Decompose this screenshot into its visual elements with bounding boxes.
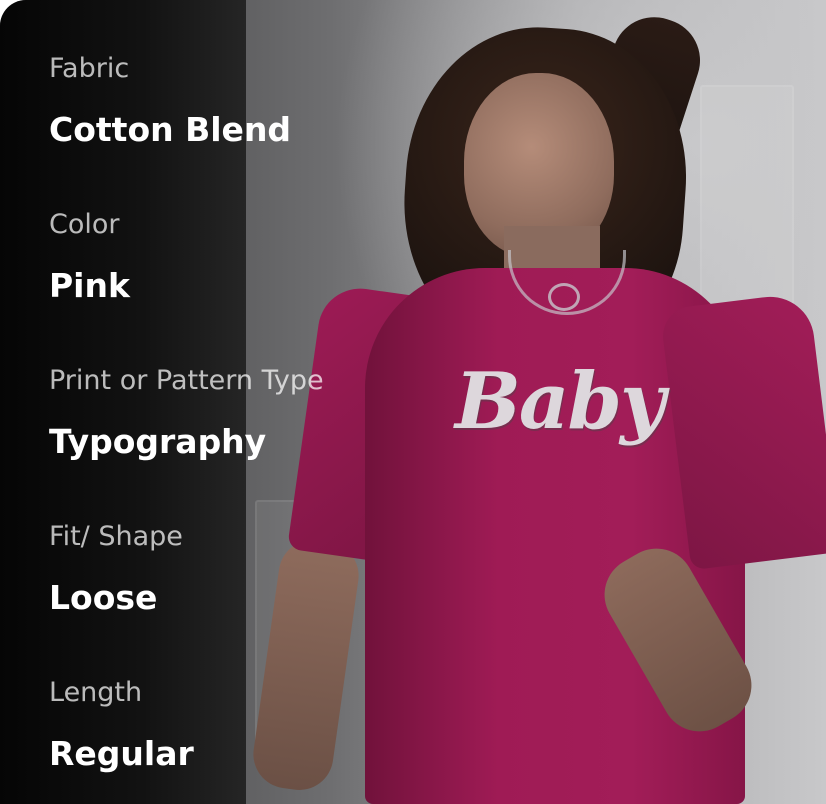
- product-details-list: Fabric Cotton Blend Color Pink Print or …: [49, 51, 409, 804]
- detail-print-pattern-type: Print or Pattern Type Typography: [49, 363, 409, 519]
- detail-fit-shape: Fit/ Shape Loose: [49, 519, 409, 675]
- detail-value: Loose: [49, 578, 158, 617]
- detail-value: Cotton Blend: [49, 110, 292, 149]
- detail-label: Print or Pattern Type: [49, 365, 324, 396]
- detail-label: Length: [49, 677, 143, 708]
- detail-value: Typography: [49, 422, 267, 461]
- shirt-print-text: Baby: [455, 356, 665, 447]
- detail-fabric: Fabric Cotton Blend: [49, 51, 409, 207]
- detail-color: Color Pink: [49, 207, 409, 363]
- detail-label: Fabric: [49, 53, 130, 84]
- detail-label: Color: [49, 209, 120, 240]
- product-details-screen: Baby Fabric Cotton Blend Color Pink Prin…: [0, 0, 826, 804]
- necklace-ring: [548, 283, 580, 311]
- detail-value: Regular: [49, 734, 194, 773]
- detail-length: Length Regular: [49, 675, 409, 804]
- detail-value: Pink: [49, 266, 130, 305]
- detail-label: Fit/ Shape: [49, 521, 183, 552]
